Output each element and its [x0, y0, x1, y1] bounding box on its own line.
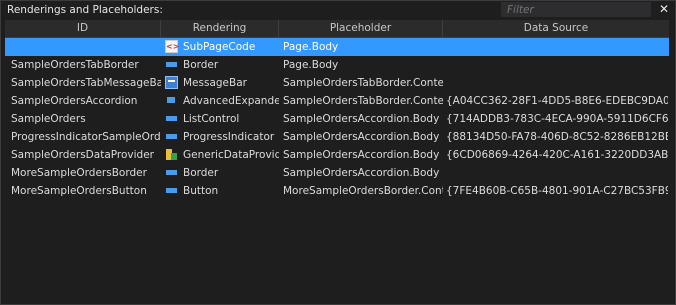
row-rendering: MessageBar [183, 77, 247, 89]
renderings-panel: Renderings and Placeholders: ✕ ID Render… [0, 0, 676, 305]
subpagecode-icon [165, 40, 179, 53]
row-icon-cell [165, 182, 179, 200]
row-icon-cell [165, 38, 179, 56]
row-id: SampleOrders [11, 113, 86, 125]
row-datasource [446, 56, 668, 74]
column-header-id[interactable]: ID [5, 20, 161, 37]
filter-input[interactable] [501, 2, 651, 17]
row-rendering: Button [183, 185, 219, 197]
panel-title: Renderings and Placeholders: [7, 4, 163, 16]
row-placeholder: SampleOrdersTabBorder.Content [283, 95, 443, 107]
table-row[interactable]: SampleOrdersTabMessageBar MessageBar Sampl… [5, 74, 669, 92]
row-icon-cell [165, 146, 179, 164]
row-datasource: {88134D50-FA78-406D-8C52-8286EB12BB25} [446, 131, 668, 143]
row-id: MoreSampleOrdersButton [11, 185, 147, 197]
advancedexpander-icon [165, 94, 178, 107]
row-id: SampleOrdersTabMessageBar [11, 77, 161, 89]
row-rendering: ListControl [183, 113, 240, 125]
row-icon-cell [165, 92, 179, 110]
table-row[interactable]: SubPageCode Page.Body [5, 38, 669, 56]
table-row[interactable]: SampleOrdersTabBorder Border Page.Body [5, 56, 669, 74]
column-header-rendering[interactable]: Rendering [161, 20, 279, 37]
button-icon [165, 184, 178, 197]
row-placeholder: SampleOrdersAccordion.Body [283, 167, 440, 179]
close-icon[interactable]: ✕ [657, 1, 671, 17]
row-rendering: GenericDataProvider [183, 149, 279, 161]
row-datasource [446, 38, 668, 56]
row-id [11, 38, 161, 56]
row-datasource: {7FE4B60B-C65B-4801-901A-C27BC53FB939} [446, 185, 668, 197]
column-header-placeholder[interactable]: Placeholder [279, 20, 443, 37]
border-icon [165, 166, 178, 179]
row-id: MoreSampleOrdersBorder [11, 167, 147, 179]
row-datasource: {A04CC362-28F1-4DD5-B8E6-EDEBC9DA0228} [446, 95, 668, 107]
table-row[interactable]: SampleOrdersAccordion AdvancedExpander Sam… [5, 92, 669, 110]
row-rendering: SubPageCode [183, 41, 256, 53]
row-placeholder: Page.Body [283, 59, 339, 71]
row-placeholder: SampleOrdersAccordion.Body [283, 113, 440, 125]
messagebar-icon [165, 76, 178, 89]
row-icon-cell [165, 74, 179, 92]
renderings-table: ID Rendering Placeholder Data Source Sub… [5, 20, 669, 302]
table-row[interactable]: SampleOrdersDataProvider GenericDataProvi… [5, 146, 669, 164]
table-row[interactable]: ProgressIndicatorSampleOrders ProgressInd… [5, 128, 669, 146]
row-id: ProgressIndicatorSampleOrders [11, 131, 161, 143]
border-icon [165, 58, 178, 71]
listcontrol-icon [165, 112, 178, 125]
row-id: SampleOrdersDataProvider [11, 149, 154, 161]
row-datasource [446, 164, 668, 182]
table-row[interactable]: MoreSampleOrdersBorder Border SampleOrders… [5, 164, 669, 182]
table-row[interactable]: MoreSampleOrdersButton Button MoreSampleOr… [5, 182, 669, 200]
row-placeholder: SampleOrdersAccordion.Body [283, 149, 440, 161]
column-header-datasource[interactable]: Data Source [443, 20, 669, 37]
row-datasource: {714ADDB3-783C-4ECA-990A-5911D6CF6876} [446, 113, 668, 125]
row-icon-cell [165, 110, 179, 128]
row-rendering: AdvancedExpander [183, 95, 279, 107]
table-body: SubPageCodePage.BodySampleOrdersTabBorde… [5, 38, 669, 200]
row-id: SampleOrdersTabBorder [11, 59, 139, 71]
row-datasource [446, 74, 668, 92]
row-placeholder: Page.Body [283, 41, 339, 53]
panel-titlebar: Renderings and Placeholders: ✕ [1, 1, 675, 19]
row-placeholder: MoreSampleOrdersBorder.Content [283, 185, 443, 197]
row-rendering: Border [183, 167, 219, 179]
row-datasource: {6CD06869-4264-420C-A161-3220DD3AB78A} [446, 149, 668, 161]
row-placeholder: SampleOrdersTabBorder.Content [283, 77, 443, 89]
genericdataprovider-icon [165, 148, 178, 161]
table-row[interactable]: SampleOrders ListControl SampleOrdersAccor… [5, 110, 669, 128]
table-header: ID Rendering Placeholder Data Source [5, 20, 669, 38]
row-rendering: Border [183, 59, 219, 71]
row-icon-cell [165, 128, 179, 146]
row-rendering: ProgressIndicator [183, 131, 275, 143]
row-id: SampleOrdersAccordion [11, 95, 138, 107]
row-placeholder: SampleOrdersAccordion.Body [283, 131, 440, 143]
progressindicator-icon [165, 130, 178, 143]
row-icon-cell [165, 164, 179, 182]
row-icon-cell [165, 56, 179, 74]
